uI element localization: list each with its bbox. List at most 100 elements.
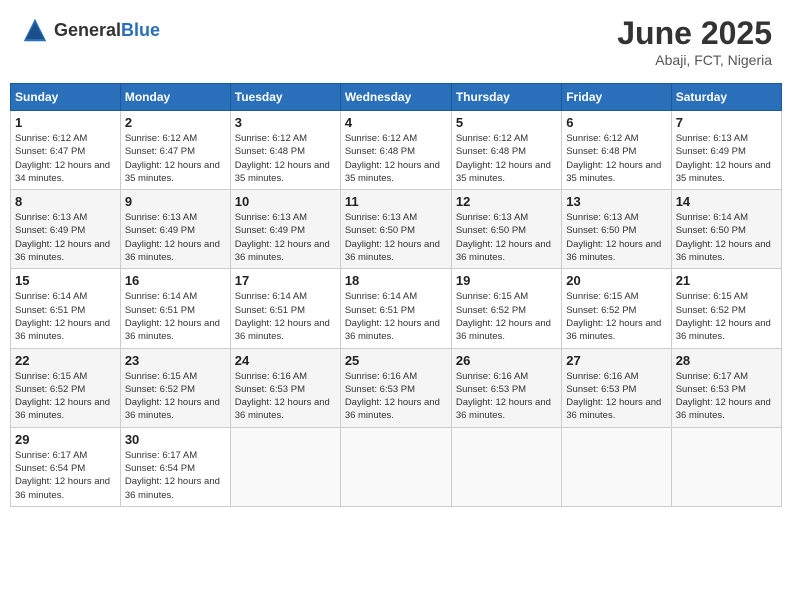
day-number: 13 xyxy=(566,194,666,209)
calendar-week-row: 1 Sunrise: 6:12 AM Sunset: 6:47 PM Dayli… xyxy=(11,111,782,190)
day-info: Sunrise: 6:14 AM Sunset: 6:50 PM Dayligh… xyxy=(676,211,777,264)
day-info: Sunrise: 6:13 AM Sunset: 6:50 PM Dayligh… xyxy=(566,211,666,264)
calendar-week-row: 15 Sunrise: 6:14 AM Sunset: 6:51 PM Dayl… xyxy=(11,269,782,348)
table-row: 9 Sunrise: 6:13 AM Sunset: 6:49 PM Dayli… xyxy=(120,190,230,269)
month-title: June 2025 xyxy=(617,15,772,52)
table-row: 28 Sunrise: 6:17 AM Sunset: 6:53 PM Dayl… xyxy=(671,348,781,427)
day-number: 23 xyxy=(125,353,226,368)
col-thursday: Thursday xyxy=(451,84,561,111)
table-row xyxy=(230,427,340,506)
day-number: 4 xyxy=(345,115,447,130)
day-info: Sunrise: 6:15 AM Sunset: 6:52 PM Dayligh… xyxy=(676,290,777,343)
day-number: 22 xyxy=(15,353,116,368)
day-info: Sunrise: 6:12 AM Sunset: 6:48 PM Dayligh… xyxy=(456,132,557,185)
day-info: Sunrise: 6:13 AM Sunset: 6:49 PM Dayligh… xyxy=(235,211,336,264)
table-row: 18 Sunrise: 6:14 AM Sunset: 6:51 PM Dayl… xyxy=(340,269,451,348)
table-row: 20 Sunrise: 6:15 AM Sunset: 6:52 PM Dayl… xyxy=(562,269,671,348)
day-info: Sunrise: 6:13 AM Sunset: 6:50 PM Dayligh… xyxy=(456,211,557,264)
day-number: 10 xyxy=(235,194,336,209)
day-number: 26 xyxy=(456,353,557,368)
day-info: Sunrise: 6:16 AM Sunset: 6:53 PM Dayligh… xyxy=(456,370,557,423)
day-info: Sunrise: 6:15 AM Sunset: 6:52 PM Dayligh… xyxy=(125,370,226,423)
logo: GeneralBlue xyxy=(20,15,160,45)
table-row: 17 Sunrise: 6:14 AM Sunset: 6:51 PM Dayl… xyxy=(230,269,340,348)
col-tuesday: Tuesday xyxy=(230,84,340,111)
calendar-week-row: 8 Sunrise: 6:13 AM Sunset: 6:49 PM Dayli… xyxy=(11,190,782,269)
table-row: 16 Sunrise: 6:14 AM Sunset: 6:51 PM Dayl… xyxy=(120,269,230,348)
col-monday: Monday xyxy=(120,84,230,111)
day-info: Sunrise: 6:12 AM Sunset: 6:48 PM Dayligh… xyxy=(566,132,666,185)
day-info: Sunrise: 6:13 AM Sunset: 6:50 PM Dayligh… xyxy=(345,211,447,264)
table-row: 7 Sunrise: 6:13 AM Sunset: 6:49 PM Dayli… xyxy=(671,111,781,190)
table-row: 4 Sunrise: 6:12 AM Sunset: 6:48 PM Dayli… xyxy=(340,111,451,190)
table-row: 12 Sunrise: 6:13 AM Sunset: 6:50 PM Dayl… xyxy=(451,190,561,269)
calendar-week-row: 29 Sunrise: 6:17 AM Sunset: 6:54 PM Dayl… xyxy=(11,427,782,506)
header: GeneralBlue June 2025 Abaji, FCT, Nigeri… xyxy=(10,10,782,73)
table-row: 1 Sunrise: 6:12 AM Sunset: 6:47 PM Dayli… xyxy=(11,111,121,190)
day-number: 12 xyxy=(456,194,557,209)
logo-general: General xyxy=(54,20,121,40)
day-info: Sunrise: 6:12 AM Sunset: 6:47 PM Dayligh… xyxy=(125,132,226,185)
day-info: Sunrise: 6:17 AM Sunset: 6:54 PM Dayligh… xyxy=(15,449,116,502)
title-area: June 2025 Abaji, FCT, Nigeria xyxy=(617,15,772,68)
day-number: 15 xyxy=(15,273,116,288)
table-row: 6 Sunrise: 6:12 AM Sunset: 6:48 PM Dayli… xyxy=(562,111,671,190)
table-row: 13 Sunrise: 6:13 AM Sunset: 6:50 PM Dayl… xyxy=(562,190,671,269)
day-number: 27 xyxy=(566,353,666,368)
location-title: Abaji, FCT, Nigeria xyxy=(617,52,772,68)
table-row: 27 Sunrise: 6:16 AM Sunset: 6:53 PM Dayl… xyxy=(562,348,671,427)
calendar-week-row: 22 Sunrise: 6:15 AM Sunset: 6:52 PM Dayl… xyxy=(11,348,782,427)
calendar-header-row: Sunday Monday Tuesday Wednesday Thursday… xyxy=(11,84,782,111)
day-info: Sunrise: 6:14 AM Sunset: 6:51 PM Dayligh… xyxy=(345,290,447,343)
day-number: 29 xyxy=(15,432,116,447)
table-row: 22 Sunrise: 6:15 AM Sunset: 6:52 PM Dayl… xyxy=(11,348,121,427)
col-saturday: Saturday xyxy=(671,84,781,111)
col-wednesday: Wednesday xyxy=(340,84,451,111)
day-number: 28 xyxy=(676,353,777,368)
day-number: 3 xyxy=(235,115,336,130)
day-number: 20 xyxy=(566,273,666,288)
day-info: Sunrise: 6:14 AM Sunset: 6:51 PM Dayligh… xyxy=(125,290,226,343)
day-number: 19 xyxy=(456,273,557,288)
table-row: 29 Sunrise: 6:17 AM Sunset: 6:54 PM Dayl… xyxy=(11,427,121,506)
table-row: 24 Sunrise: 6:16 AM Sunset: 6:53 PM Dayl… xyxy=(230,348,340,427)
day-number: 30 xyxy=(125,432,226,447)
day-number: 14 xyxy=(676,194,777,209)
table-row: 5 Sunrise: 6:12 AM Sunset: 6:48 PM Dayli… xyxy=(451,111,561,190)
day-number: 18 xyxy=(345,273,447,288)
day-info: Sunrise: 6:14 AM Sunset: 6:51 PM Dayligh… xyxy=(235,290,336,343)
col-friday: Friday xyxy=(562,84,671,111)
day-number: 8 xyxy=(15,194,116,209)
table-row xyxy=(451,427,561,506)
day-info: Sunrise: 6:12 AM Sunset: 6:48 PM Dayligh… xyxy=(345,132,447,185)
table-row: 8 Sunrise: 6:13 AM Sunset: 6:49 PM Dayli… xyxy=(11,190,121,269)
table-row: 3 Sunrise: 6:12 AM Sunset: 6:48 PM Dayli… xyxy=(230,111,340,190)
day-info: Sunrise: 6:15 AM Sunset: 6:52 PM Dayligh… xyxy=(15,370,116,423)
day-info: Sunrise: 6:12 AM Sunset: 6:48 PM Dayligh… xyxy=(235,132,336,185)
table-row: 11 Sunrise: 6:13 AM Sunset: 6:50 PM Dayl… xyxy=(340,190,451,269)
day-number: 11 xyxy=(345,194,447,209)
table-row xyxy=(340,427,451,506)
day-info: Sunrise: 6:16 AM Sunset: 6:53 PM Dayligh… xyxy=(345,370,447,423)
table-row: 14 Sunrise: 6:14 AM Sunset: 6:50 PM Dayl… xyxy=(671,190,781,269)
calendar: Sunday Monday Tuesday Wednesday Thursday… xyxy=(10,83,782,507)
day-number: 24 xyxy=(235,353,336,368)
day-number: 2 xyxy=(125,115,226,130)
table-row: 15 Sunrise: 6:14 AM Sunset: 6:51 PM Dayl… xyxy=(11,269,121,348)
table-row: 21 Sunrise: 6:15 AM Sunset: 6:52 PM Dayl… xyxy=(671,269,781,348)
day-number: 6 xyxy=(566,115,666,130)
table-row xyxy=(562,427,671,506)
table-row: 25 Sunrise: 6:16 AM Sunset: 6:53 PM Dayl… xyxy=(340,348,451,427)
table-row: 10 Sunrise: 6:13 AM Sunset: 6:49 PM Dayl… xyxy=(230,190,340,269)
col-sunday: Sunday xyxy=(11,84,121,111)
day-number: 1 xyxy=(15,115,116,130)
day-number: 9 xyxy=(125,194,226,209)
table-row: 26 Sunrise: 6:16 AM Sunset: 6:53 PM Dayl… xyxy=(451,348,561,427)
day-info: Sunrise: 6:13 AM Sunset: 6:49 PM Dayligh… xyxy=(15,211,116,264)
day-number: 16 xyxy=(125,273,226,288)
day-info: Sunrise: 6:14 AM Sunset: 6:51 PM Dayligh… xyxy=(15,290,116,343)
day-number: 17 xyxy=(235,273,336,288)
day-info: Sunrise: 6:12 AM Sunset: 6:47 PM Dayligh… xyxy=(15,132,116,185)
day-info: Sunrise: 6:17 AM Sunset: 6:53 PM Dayligh… xyxy=(676,370,777,423)
day-info: Sunrise: 6:15 AM Sunset: 6:52 PM Dayligh… xyxy=(456,290,557,343)
